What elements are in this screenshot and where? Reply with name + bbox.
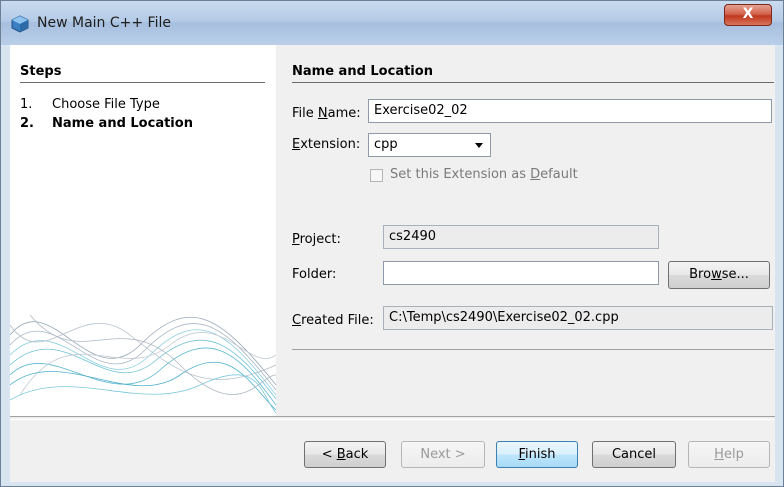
extension-select[interactable]: cpp: [368, 133, 491, 157]
chevron-down-icon[interactable]: [475, 143, 483, 148]
steps-heading: Steps: [20, 64, 62, 79]
section-heading: Name and Location: [292, 64, 433, 79]
folder-label: Folder:: [292, 267, 337, 282]
created-file-field: C:\Temp\cs2490\Exercise02_02.cpp: [383, 306, 773, 330]
steps-divider: [20, 82, 265, 83]
step-item-choose-file-type: 1. Choose File Type: [20, 97, 160, 112]
netbeans-cube-icon: [11, 15, 29, 33]
close-button[interactable]: X: [724, 4, 772, 26]
section-divider: [292, 82, 774, 83]
decorative-wave-graphic: [10, 314, 276, 414]
steps-panel: Steps 1. Choose File Type 2. Name and Loca…: [10, 45, 276, 416]
form-divider: [292, 349, 774, 350]
step-number: 1.: [20, 97, 33, 112]
default-extension-label: Set this Extension as Default: [390, 167, 578, 182]
created-file-label: Created File:: [292, 313, 374, 328]
project-label: Project:: [292, 232, 341, 247]
default-extension-checkbox[interactable]: [370, 169, 383, 182]
dialog-window: New Main C++ File X Steps 1. Choose File …: [0, 0, 784, 487]
step-item-name-and-location: 2. Name and Location: [20, 116, 193, 131]
project-field: cs2490: [383, 225, 659, 249]
button-bar-divider: [10, 416, 775, 420]
back-button[interactable]: < Back: [304, 441, 386, 468]
cancel-button[interactable]: Cancel: [592, 441, 676, 468]
help-button[interactable]: Help: [688, 441, 770, 468]
finish-button[interactable]: Finish: [496, 441, 578, 468]
file-name-label: File Name:: [292, 106, 361, 121]
extension-value: cpp: [374, 137, 398, 152]
next-button[interactable]: Next >: [401, 441, 485, 468]
title-bar[interactable]: New Main C++ File X: [1, 1, 783, 45]
window-title: New Main C++ File: [37, 15, 171, 31]
step-label: Name and Location: [52, 116, 193, 131]
close-icon: X: [742, 6, 754, 22]
dialog-body: Steps 1. Choose File Type 2. Name and Loca…: [10, 45, 775, 482]
file-name-input[interactable]: Exercise02_02: [368, 99, 772, 123]
step-label: Choose File Type: [52, 97, 160, 112]
step-number: 2.: [20, 116, 34, 131]
extension-label: Extension:: [292, 137, 361, 152]
browse-button[interactable]: Browse...: [668, 261, 770, 289]
folder-input[interactable]: [383, 261, 659, 285]
